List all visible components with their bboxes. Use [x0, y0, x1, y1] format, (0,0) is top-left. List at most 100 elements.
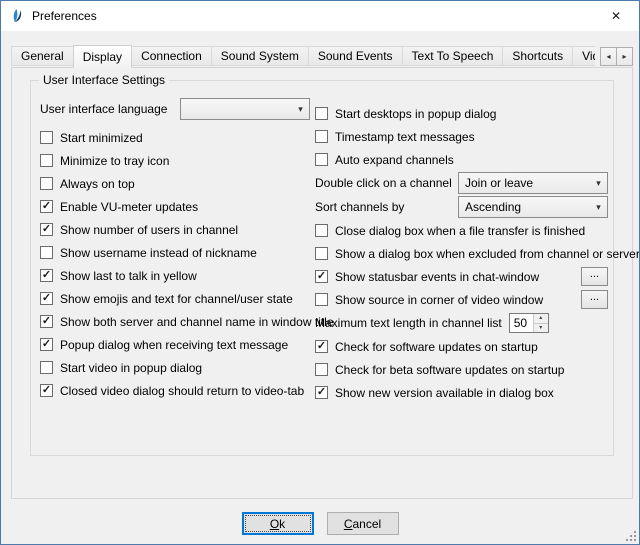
checkbox-label: Popup dialog when receiving text message: [60, 338, 288, 352]
tab-display[interactable]: Display: [73, 45, 132, 68]
checkbox-row[interactable]: Show username instead of nickname: [40, 241, 312, 264]
checkbox[interactable]: [40, 361, 53, 374]
tab-video[interactable]: Video: [572, 46, 595, 66]
checkbox-row[interactable]: Close dialog box when a file transfer is…: [315, 219, 608, 242]
checkbox-row[interactable]: Timestamp text messages: [315, 125, 608, 148]
checkbox-row[interactable]: ✓ Show number of users in channel: [40, 218, 312, 241]
checkbox[interactable]: [40, 177, 53, 190]
checkbox[interactable]: ✓: [40, 315, 53, 328]
spin-down-button[interactable]: ▾: [534, 323, 548, 333]
checkbox-row[interactable]: Always on top: [40, 172, 312, 195]
checkbox[interactable]: ✓: [40, 292, 53, 305]
checkbox-row[interactable]: ✓ Show statusbar events in chat-window...: [315, 265, 608, 288]
checkbox-label: Show last to talk in yellow: [60, 269, 197, 283]
tab-strip: GeneralDisplayConnectionSound SystemSoun…: [11, 45, 595, 68]
checkbox-label: Show source in corner of video window: [335, 293, 543, 307]
close-button[interactable]: ✕: [593, 1, 639, 31]
ui-settings-group: User Interface Settings User interface l…: [30, 80, 614, 456]
checkbox-row[interactable]: ✓ Check for software updates on startup: [315, 335, 608, 358]
tab-text-to-speech[interactable]: Text To Speech: [402, 46, 504, 66]
checkbox[interactable]: [315, 247, 328, 260]
language-label: User interface language: [40, 102, 180, 116]
checkbox-row[interactable]: ✓Show both server and channel name in wi…: [40, 310, 312, 333]
tab-scroll-left-button[interactable]: ◂: [600, 47, 617, 66]
display-tab-panel: User Interface Settings User interface l…: [11, 67, 633, 499]
checkbox-label: Minimize to tray icon: [60, 154, 169, 168]
app-logo-icon: [9, 8, 25, 24]
arrow-left-icon: ◂: [606, 52, 610, 61]
checkbox[interactable]: ✓: [315, 386, 328, 399]
checkbox-row[interactable]: Start desktops in popup dialog: [315, 102, 608, 125]
dropdown-value: Join or leave: [459, 176, 533, 190]
number-spinbox[interactable]: 50▴▾: [509, 313, 549, 333]
checkbox-row[interactable]: ✓Show emojis and text for channel/user s…: [40, 287, 312, 310]
tab-connection[interactable]: Connection: [131, 46, 212, 66]
checkbox[interactable]: [40, 131, 53, 144]
checkbox-label: Show new version available in dialog box: [335, 386, 554, 400]
titlebar[interactable]: Preferences ✕: [1, 1, 639, 31]
spin-up-button[interactable]: ▴: [534, 314, 548, 323]
checkbox[interactable]: [315, 293, 328, 306]
checkbox-label: Show statusbar events in chat-window: [335, 270, 539, 284]
checkbox-label: Show number of users in channel: [60, 223, 238, 237]
tab-sound-system[interactable]: Sound System: [211, 46, 309, 66]
checkbox[interactable]: [315, 153, 328, 166]
checkbox[interactable]: ✓: [40, 200, 53, 213]
checkbox-row[interactable]: Show a dialog box when excluded from cha…: [315, 242, 608, 265]
checkbox[interactable]: [40, 154, 53, 167]
checkbox[interactable]: [315, 224, 328, 237]
checkbox[interactable]: [315, 363, 328, 376]
cancel-button[interactable]: Cancel: [327, 512, 399, 535]
checkbox[interactable]: ✓: [40, 223, 53, 236]
checkbox-label: Closed video dialog should return to vid…: [60, 384, 304, 398]
spinbox-arrows: ▴▾: [533, 314, 548, 332]
checkbox-row[interactable]: ✓ Closed video dialog should return to vi…: [40, 379, 312, 402]
cancel-button-label: Cancel: [344, 517, 381, 531]
language-dropdown[interactable]: ▾: [180, 98, 310, 120]
tab-scroll-buttons: ◂ ▸: [600, 47, 633, 66]
checkbox-row[interactable]: Auto expand channels: [315, 148, 608, 171]
checkbox-row[interactable]: ✓ Enable VU-meter updates: [40, 195, 312, 218]
footer: Ok Cancel: [1, 512, 639, 535]
checkbox[interactable]: ✓: [40, 338, 53, 351]
tab-shortcuts[interactable]: Shortcuts: [502, 46, 573, 66]
checkbox-label: Start video in popup dialog: [60, 361, 202, 375]
dropdown-value: Ascending: [459, 200, 521, 214]
dropdown[interactable]: Ascending ▾: [458, 196, 608, 218]
checkbox[interactable]: ✓: [40, 384, 53, 397]
checkbox[interactable]: [40, 246, 53, 259]
checkbox[interactable]: ✓: [315, 270, 328, 283]
tab-general[interactable]: General: [11, 46, 74, 66]
select-row: Sort channels by Ascending ▾: [315, 195, 608, 219]
ok-button-label: Ok: [270, 517, 285, 531]
checkbox-row[interactable]: Show source in corner of video window...: [315, 288, 608, 311]
checkbox-row[interactable]: Minimize to tray icon: [40, 149, 312, 172]
select-row: Double click on a channelJoin or leave▾: [315, 171, 608, 195]
checkbox-label: Check for beta software updates on start…: [335, 363, 564, 377]
checkbox[interactable]: ✓: [315, 340, 328, 353]
field-label: Sort channels by: [315, 200, 404, 214]
ellipsis-button[interactable]: ...: [581, 290, 608, 309]
checkbox[interactable]: ✓: [40, 269, 53, 282]
checkbox-row[interactable]: ✓ Show last to talk in yellow: [40, 264, 312, 287]
checkbox-row[interactable]: Start minimized: [40, 126, 312, 149]
left-column: User interface language ▾ Start minimize…: [40, 97, 312, 402]
chevron-down-icon: ▾: [590, 202, 607, 213]
resize-grip[interactable]: [624, 529, 637, 542]
ellipsis-button[interactable]: ...: [581, 267, 608, 286]
checkbox-label: Show username instead of nickname: [60, 246, 257, 260]
ok-button[interactable]: Ok: [242, 512, 314, 535]
tab-sound-events[interactable]: Sound Events: [308, 46, 403, 66]
checkbox-label: Check for software updates on startup: [335, 340, 538, 354]
checkbox[interactable]: [315, 130, 328, 143]
tab-scroll-right-button[interactable]: ▸: [616, 47, 633, 66]
checkbox-label: Auto expand channels: [335, 153, 454, 167]
checkbox-row[interactable]: Check for beta software updates on start…: [315, 358, 608, 381]
checkbox-row[interactable]: Start video in popup dialog: [40, 356, 312, 379]
checkbox-label: Enable VU-meter updates: [60, 200, 198, 214]
checkbox-row[interactable]: ✓ Show new version available in dialog bo…: [315, 381, 608, 404]
chevron-down-icon: ▾: [292, 104, 309, 115]
dropdown[interactable]: Join or leave▾: [458, 172, 608, 194]
checkbox-row[interactable]: ✓ Popup dialog when receiving text messag…: [40, 333, 312, 356]
checkbox[interactable]: [315, 107, 328, 120]
